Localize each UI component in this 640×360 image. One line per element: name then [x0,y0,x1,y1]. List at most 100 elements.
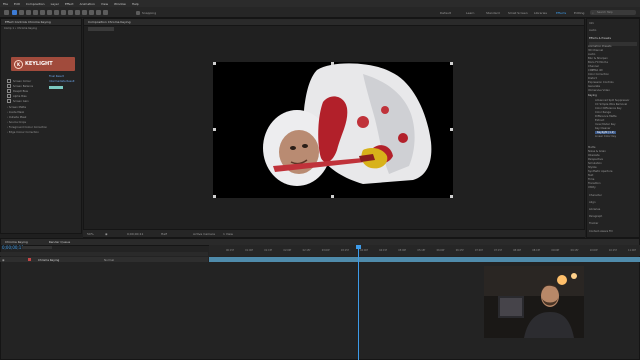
menu-layer[interactable]: Layer [51,2,59,6]
transform-handle-br[interactable] [450,195,453,198]
fx-keying-item[interactable]: Color Difference Key [595,107,622,110]
roto-brush-tool-icon[interactable] [96,10,101,15]
content-aware-fill-tab[interactable]: Content-Aware Fill [589,230,612,233]
transform-handle-tc[interactable] [331,62,334,65]
fx-category[interactable]: Animation Presets [588,45,612,48]
eraser-tool-icon[interactable] [89,10,94,15]
camera-snapshot-icon[interactable]: ◉ [105,232,108,236]
fx-category[interactable]: Color Correction [588,73,609,76]
menu-file[interactable]: File [3,2,8,6]
fx-category[interactable]: Obsolete [588,154,600,157]
brush-tool-icon[interactable] [75,10,80,15]
menu-edit[interactable]: Edit [14,2,20,6]
fx-category[interactable]: Immersive Video [588,89,610,92]
transform-handle-mr[interactable] [450,128,453,131]
screen-colour-swatch[interactable] [49,86,63,89]
layer-name[interactable]: Chroma Keying [38,258,59,262]
align-panel-tab[interactable]: Align [589,201,596,204]
fx-category[interactable]: Perspective [588,158,603,161]
puppet-tool-icon[interactable] [103,10,108,15]
workspace-editing[interactable]: Editing [574,11,584,15]
fx-category[interactable]: Text [588,174,593,177]
view-dropdown[interactable]: Intermediate Result [49,80,75,83]
rectangle-tool-icon[interactable] [54,10,59,15]
pen-tool-icon[interactable] [61,10,66,15]
menu-help[interactable]: Help [132,2,139,6]
view-layout-dropdown[interactable]: 1 View [223,232,233,236]
playhead[interactable] [358,245,359,360]
timeline-search-input[interactable] [22,246,52,249]
pan-behind-tool-icon[interactable] [47,10,52,15]
fx-keying-item[interactable]: Extract [595,119,604,122]
fx-category[interactable]: Blur & Sharpen [588,57,608,60]
stopwatch-icon[interactable] [7,94,11,98]
menu-window[interactable]: Window [114,2,126,6]
camera-view-dropdown[interactable]: Active Camera [193,232,215,236]
fx-category[interactable]: Matte [588,146,595,149]
zoom-tool-icon[interactable] [26,10,31,15]
fx-category[interactable]: Boris FX Mocha [588,61,608,64]
fx-keying-item[interactable]: Advanced Spill Suppressor [595,99,629,102]
fx-category[interactable]: Time [588,178,594,181]
fx-keying-item[interactable]: CC Simple Wire Removal [595,103,627,106]
home-icon[interactable] [4,10,9,15]
fx-category[interactable]: Distort [588,77,597,80]
fx-category[interactable]: Channel [588,65,599,68]
selection-tool-icon[interactable] [12,10,17,15]
fx-keying-item-selected[interactable]: Keylight (1.2) [595,131,617,134]
composition-tab[interactable]: Composition Chroma Keying [84,19,584,26]
snapping-checkbox[interactable] [136,10,140,15]
stopwatch-icon[interactable] [7,84,11,88]
menu-animation[interactable]: Animation [80,2,95,6]
fx-keying-item[interactable]: Color Range [595,111,611,114]
camera-tool-icon[interactable] [40,10,45,15]
transform-handle-bc[interactable] [331,195,334,198]
fx-keying-item[interactable]: Linear Color Key [595,135,616,138]
type-tool-icon[interactable] [68,10,73,15]
timeline-tab-render-queue[interactable]: Render Queue [49,240,71,244]
screen-colour-eyedropper-icon[interactable] [7,79,11,83]
audio-panel-tab[interactable]: Audio [589,29,596,32]
menu-effect[interactable]: Effect [65,2,74,6]
tracker-panel-tab[interactable]: Tracker [589,222,598,225]
workspace-effects[interactable]: Effects [556,11,566,15]
transform-handle-tr[interactable] [450,62,453,65]
fx-keying-item[interactable]: Difference Matte [595,115,617,118]
transform-handle-ml[interactable] [213,128,216,131]
workspace-libraries[interactable]: Libraries [534,11,547,15]
timeline-tab-comp[interactable]: Chroma Keying [5,240,28,244]
transform-handle-bl[interactable] [213,195,216,198]
search-help-input[interactable]: ⌕ Search Help [590,10,636,15]
resolution-dropdown[interactable]: Half [161,232,167,236]
fx-category[interactable]: Generate [588,85,600,88]
effects-presets-title[interactable]: Effects & Presets [589,37,611,40]
fx-category[interactable]: Audio [588,53,595,56]
fx-category[interactable]: Noise & Grain [588,150,606,153]
layer-duration-bar[interactable] [209,257,640,262]
paragraph-panel-tab[interactable]: Paragraph [589,215,602,218]
fx-category[interactable]: Utility [588,186,596,189]
info-panel-tab[interactable]: Info [589,22,594,25]
libraries-panel-tab[interactable]: Libraries [589,208,600,211]
menu-view[interactable]: View [101,2,108,6]
workspace-standard[interactable]: Standard [486,11,500,15]
timeline-current-time[interactable]: 0;00;00;11 [2,245,24,250]
fx-category[interactable]: 3D Channel [588,49,603,52]
menu-composition[interactable]: Composition [26,2,45,6]
workspace-small-screen[interactable]: Small Screen [508,11,528,15]
fx-category-keying[interactable]: Keying [588,94,597,97]
clone-stamp-tool-icon[interactable] [82,10,87,15]
fx-keying-item[interactable]: Key Cleaner [595,127,611,130]
stopwatch-icon[interactable] [7,99,11,103]
fx-category[interactable]: Transition [588,182,601,185]
stopwatch-icon[interactable] [7,89,11,93]
eye-visibility-icon[interactable]: ◉ [2,258,5,262]
fx-category[interactable]: Simulation [588,162,602,165]
layer-label-color[interactable] [28,258,31,261]
fx-category[interactable]: Synthetic Aperture [588,170,612,173]
composition-canvas[interactable] [213,62,453,198]
transform-handle-tl[interactable] [213,62,216,65]
fx-category[interactable]: Stylize [588,166,597,169]
workspace-default[interactable]: Default [440,11,451,15]
playhead-handle-icon[interactable] [356,245,361,249]
